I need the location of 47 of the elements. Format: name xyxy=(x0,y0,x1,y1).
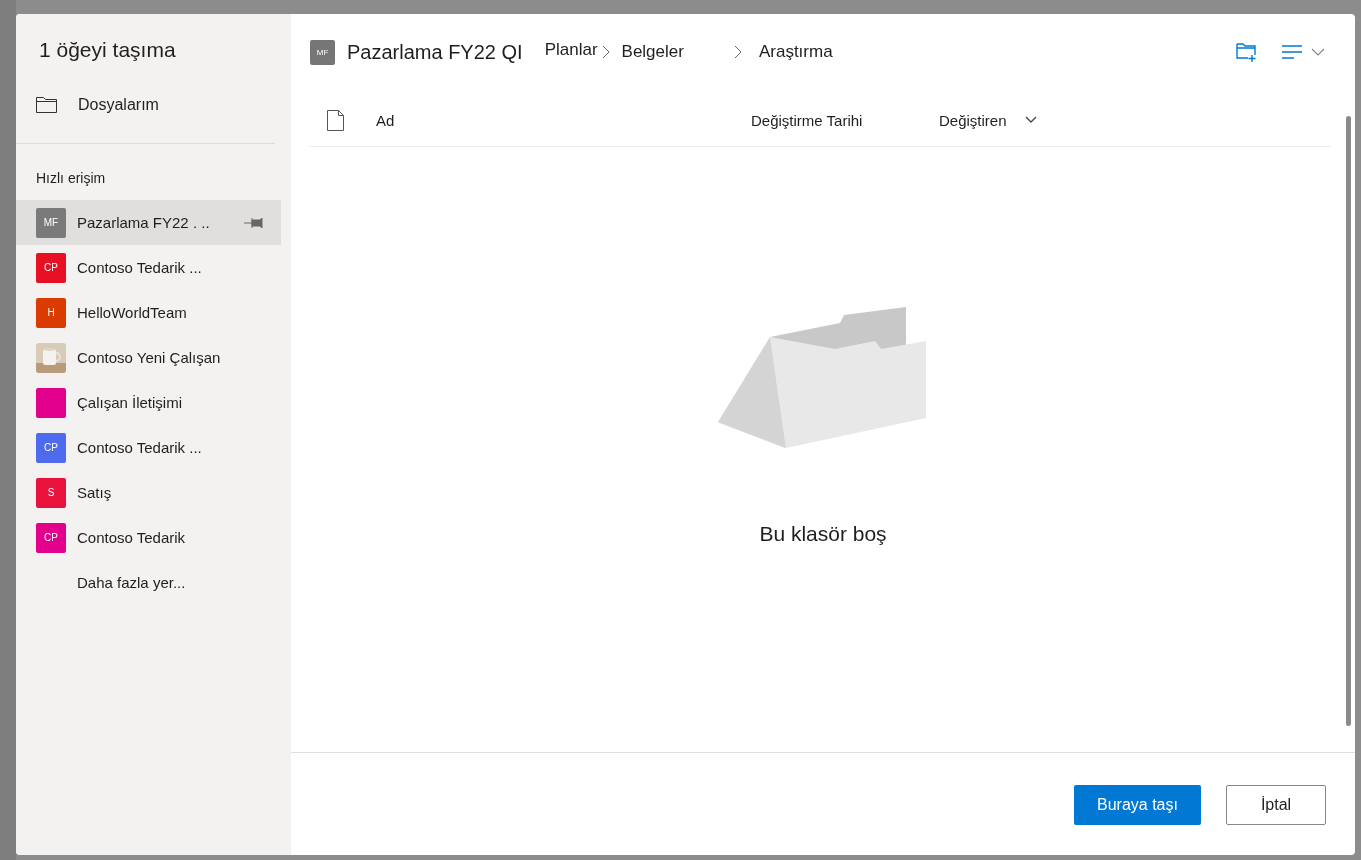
dialog-title: 1 öğeyi taşıma xyxy=(39,38,177,63)
empty-message: Bu klasör boş xyxy=(759,522,887,546)
column-header[interactable]: Değiştirme Tarihi xyxy=(751,111,939,129)
quick-access-item[interactable]: H HelloWorldTeam xyxy=(16,290,281,335)
column-header[interactable]: Değiştiren xyxy=(939,111,1007,129)
item-label: Contoso Tedarik ... xyxy=(77,259,202,276)
site-avatar: MF xyxy=(310,39,335,65)
new-folder-icon[interactable] xyxy=(1236,42,1258,62)
section-label: Hızlı erişim xyxy=(36,170,107,188)
breadcrumb-item[interactable]: Planlar xyxy=(544,40,598,60)
quick-access-item[interactable]: S Satış xyxy=(16,470,281,515)
quick-access-item[interactable]: Contoso Yeni Çalışan xyxy=(16,335,281,380)
item-label: Daha fazla yer... xyxy=(77,574,186,591)
quick-access-item[interactable]: Daha fazla yer... xyxy=(16,560,281,605)
item-label: Contoso Tedarik ... xyxy=(77,439,202,456)
chevron-down-icon[interactable] xyxy=(1024,116,1037,124)
move-here-button[interactable]: Buraya taşı xyxy=(1074,785,1201,825)
quick-access-item[interactable]: Çalışan İletişimi xyxy=(16,380,281,425)
site-avatar: MF xyxy=(36,207,66,238)
column-header[interactable]: Ad xyxy=(376,111,751,129)
file-type-icon xyxy=(327,109,344,131)
item-label: HelloWorldTeam xyxy=(77,304,187,321)
chevron-right-icon xyxy=(733,45,742,59)
site-avatar: H xyxy=(36,297,66,328)
item-label: Çalışan İletişimi xyxy=(77,394,183,411)
site-avatar: CP xyxy=(36,252,66,283)
quick-access-item[interactable]: CP Contoso Tedarik ... xyxy=(16,425,281,470)
pin-icon[interactable] xyxy=(244,216,264,229)
chevron-right-icon xyxy=(601,45,610,59)
site-avatar: CP xyxy=(36,522,66,553)
my-files-link[interactable]: Dosyalarım xyxy=(36,90,159,120)
item-label: Satış xyxy=(77,484,112,501)
site-avatar: CP xyxy=(36,432,66,463)
quick-access-item[interactable]: CP Contoso Tedarik xyxy=(16,515,281,560)
site-name[interactable]: Pazarlama FY22 QI xyxy=(347,40,523,64)
item-label: Contoso Tedarik xyxy=(77,529,186,546)
site-avatar: S xyxy=(36,477,66,508)
sort-menu-icon[interactable] xyxy=(1282,45,1326,59)
quick-access-item[interactable]: CP Contoso Tedarik ... xyxy=(16,245,281,290)
breadcrumb-item[interactable]: Araştırma xyxy=(758,42,833,62)
quick-access-item[interactable]: MF Pazarlama FY22 . .. xyxy=(16,200,281,245)
scrollbar[interactable] xyxy=(1346,116,1351,726)
cancel-button[interactable]: İptal xyxy=(1226,785,1326,825)
folder-icon xyxy=(36,97,57,113)
item-label: Contoso Yeni Çalışan xyxy=(77,349,221,366)
item-label: Pazarlama FY22 . .. xyxy=(77,214,210,231)
breadcrumb-item[interactable]: Belgeler xyxy=(621,42,684,62)
